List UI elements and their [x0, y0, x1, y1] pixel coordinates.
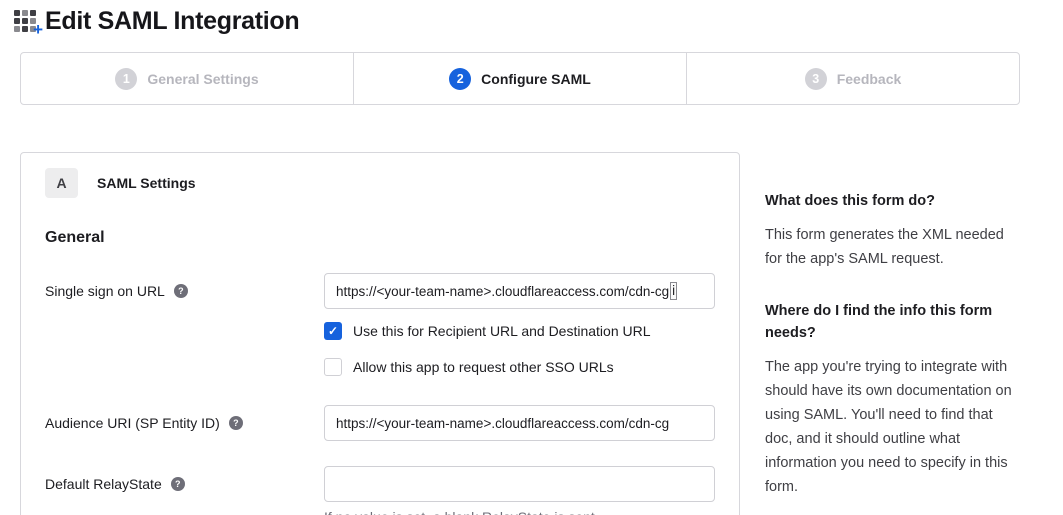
saml-settings-panel: A SAML Settings General Single sign on U…: [20, 152, 740, 515]
help-heading-what: What does this form do?: [765, 190, 1017, 212]
sso-url-input[interactable]: https://<your-team-name>.cloudflareacces…: [324, 273, 715, 309]
section-title: SAML Settings: [97, 175, 196, 191]
step-2-label: Configure SAML: [481, 71, 591, 87]
help-icon[interactable]: ?: [174, 284, 188, 298]
general-group-heading: General: [45, 229, 715, 247]
plus-icon: +: [33, 21, 43, 38]
add-app-icon: +: [14, 8, 41, 35]
step-3-circle: 3: [805, 68, 827, 90]
default-relaystate-label-col: Default RelayState ?: [45, 466, 324, 492]
default-relaystate-label: Default RelayState: [45, 476, 162, 492]
step-configure-saml[interactable]: 2 Configure SAML: [353, 53, 686, 104]
step-1-circle: 1: [115, 68, 137, 90]
audience-uri-label-col: Audience URI (SP Entity ID) ?: [45, 405, 324, 431]
sso-url-value: https://<your-team-name>.cloudflareacces…: [336, 284, 669, 299]
step-2-circle: 2: [449, 68, 471, 90]
section-header: A SAML Settings: [45, 168, 715, 198]
default-relaystate-row: Default RelayState ? If no value is set,…: [45, 466, 715, 515]
sso-url-row: Single sign on URL ? https://<your-team-…: [45, 273, 715, 376]
checkbox-unchecked-icon[interactable]: [324, 358, 342, 376]
help-icon[interactable]: ?: [229, 416, 243, 430]
help-icon[interactable]: ?: [171, 477, 185, 491]
help-sidebar: What does this form do? This form genera…: [765, 152, 1017, 499]
audience-uri-label: Audience URI (SP Entity ID): [45, 415, 220, 431]
step-3-label: Feedback: [837, 71, 902, 87]
audience-uri-input[interactable]: https://<your-team-name>.cloudflareacces…: [324, 405, 715, 441]
other-sso-urls-checkbox-row[interactable]: Allow this app to request other SSO URLs: [324, 358, 715, 376]
page-title: Edit SAML Integration: [45, 7, 299, 36]
audience-uri-row: Audience URI (SP Entity ID) ? https://<y…: [45, 405, 715, 441]
section-badge-a: A: [45, 168, 78, 198]
help-para-what: This form generates the XML needed for t…: [765, 223, 1017, 271]
help-block-where: Where do I find the info this form needs…: [765, 300, 1017, 499]
help-para-where: The app you're trying to integrate with …: [765, 355, 1017, 499]
default-relaystate-input[interactable]: [324, 466, 715, 502]
step-feedback[interactable]: 3 Feedback: [686, 53, 1019, 104]
checkbox-checked-icon[interactable]: ✓: [324, 322, 342, 340]
step-general-settings[interactable]: 1 General Settings: [21, 53, 353, 104]
recipient-url-checkbox-row[interactable]: ✓ Use this for Recipient URL and Destina…: [324, 322, 715, 340]
step-1-label: General Settings: [147, 71, 258, 87]
audience-uri-value: https://<your-team-name>.cloudflareacces…: [336, 416, 669, 431]
help-heading-where: Where do I find the info this form needs…: [765, 300, 1017, 344]
sso-url-label: Single sign on URL: [45, 283, 165, 299]
help-block-what: What does this form do? This form genera…: [765, 190, 1017, 271]
other-sso-urls-checkbox-label: Allow this app to request other SSO URLs: [353, 359, 614, 375]
text-cursor: i: [670, 282, 677, 300]
sso-url-label-col: Single sign on URL ?: [45, 273, 324, 299]
recipient-url-checkbox-label: Use this for Recipient URL and Destinati…: [353, 323, 651, 339]
relaystate-hint: If no value is set, a blank RelayState i…: [324, 509, 715, 515]
main-content: A SAML Settings General Single sign on U…: [0, 152, 1063, 515]
page-header: + Edit SAML Integration: [0, 0, 1063, 36]
step-wizard: 1 General Settings 2 Configure SAML 3 Fe…: [20, 52, 1020, 105]
